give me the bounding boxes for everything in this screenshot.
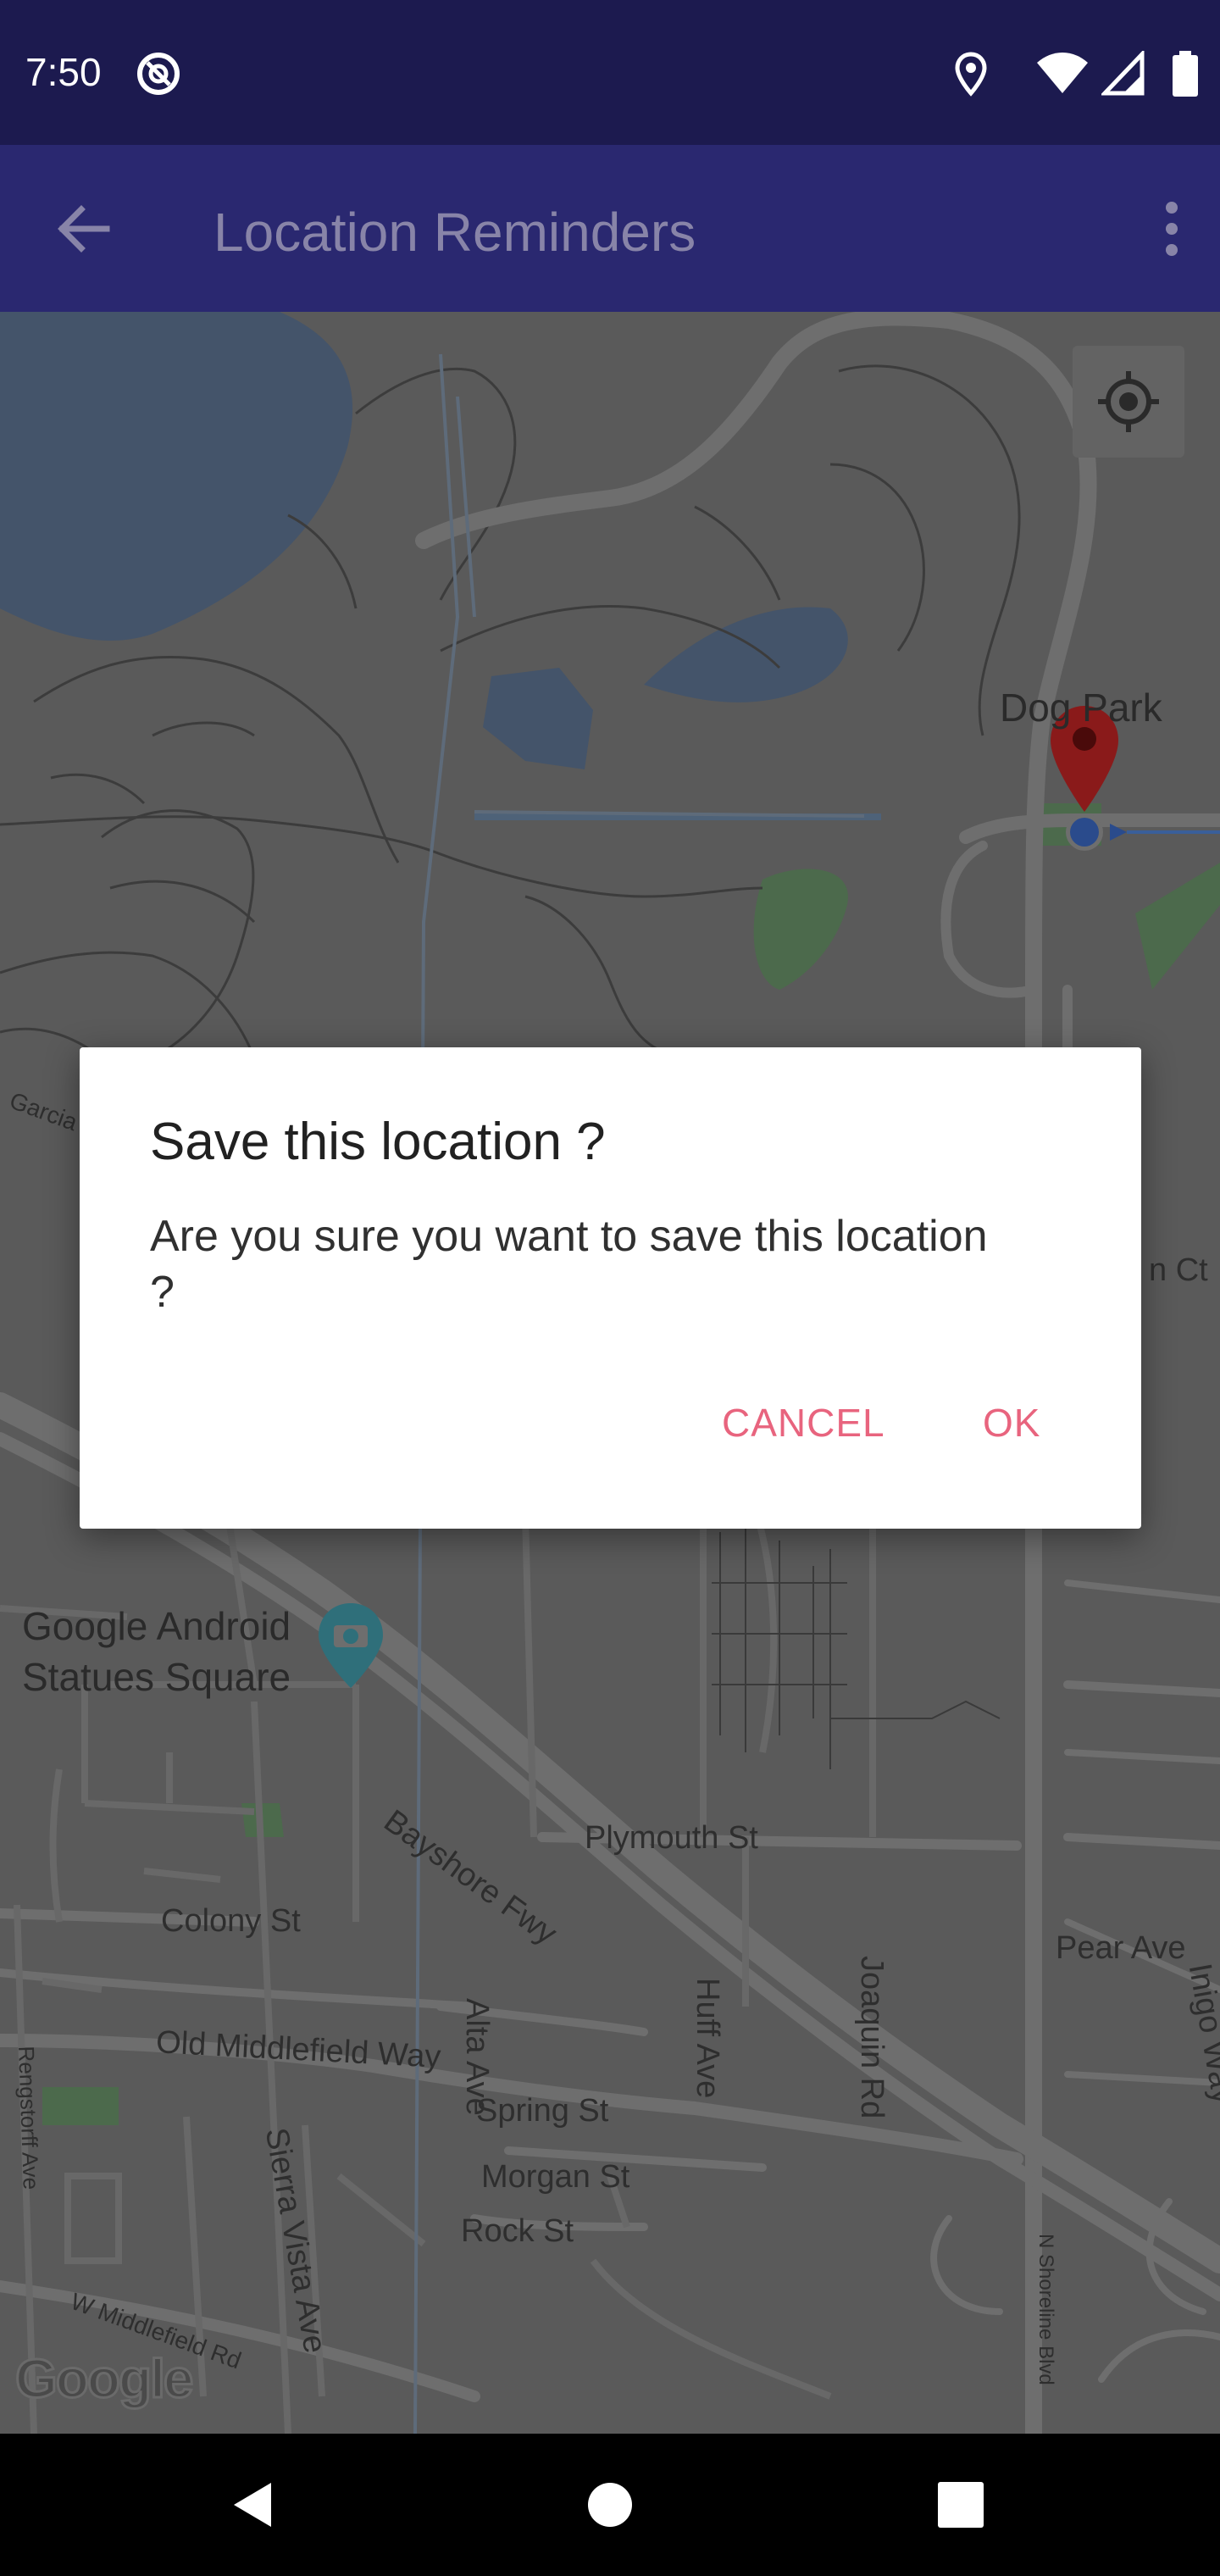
creek	[644, 607, 848, 702]
map-label-huff-ave: Huff Ave	[690, 1978, 725, 2099]
small-park-2	[42, 2087, 119, 2125]
my-location-button[interactable]	[1073, 346, 1184, 458]
map-label-n-shoreline-blvd: N Shoreline Blvd	[1034, 2234, 1057, 2385]
wifi-icon	[1037, 53, 1088, 93]
map-label-n-ct: n Ct	[1149, 1252, 1208, 1288]
map-label-google-android: Google Android	[22, 1604, 291, 1648]
pond	[483, 668, 593, 769]
home-circle-icon[interactable]	[585, 2479, 635, 2530]
ok-button[interactable]: OK	[983, 1400, 1040, 1446]
google-logo: Google	[14, 2347, 194, 2411]
map-label-plymouth-st: Plymouth St	[585, 1820, 758, 1856]
save-location-dialog: Save this location ? Are you sure you wa…	[80, 1047, 1141, 1529]
map-label-spring-st: Spring St	[476, 2093, 609, 2129]
map-label-joaquin-rd: Joaquin Rd	[854, 1956, 890, 2119]
map-label-statues-square: Statues Square	[22, 1655, 291, 1699]
location-icon	[955, 52, 987, 97]
map-label-rock-st: Rock St	[461, 2213, 574, 2249]
map-label-colony-st: Colony St	[161, 1903, 301, 1939]
more-vert-icon[interactable]	[1135, 192, 1208, 265]
dialog-title: Save this location ?	[150, 1113, 606, 1171]
dialog-message: Are you sure you want to save this locat…	[150, 1212, 988, 1317]
signal-icon	[1101, 51, 1145, 96]
system-nav-bar	[0, 2434, 1220, 2576]
status-bar: 7:50	[0, 0, 1220, 145]
recents-square-icon[interactable]	[935, 2479, 986, 2530]
map-label-rengstorff-ave: Rengstorff Ave	[14, 2046, 44, 2190]
park-area	[753, 869, 848, 990]
camera-pin-icon	[319, 1603, 383, 1688]
map-label-dog-park: Dog Park	[1000, 686, 1162, 730]
status-time: 7:50	[25, 50, 102, 94]
arrow-back-icon[interactable]	[47, 192, 120, 265]
lake	[0, 312, 353, 641]
battery-icon	[1173, 51, 1198, 97]
map-label-morgan-st: Morgan St	[481, 2159, 630, 2195]
back-triangle-icon[interactable]	[229, 2479, 280, 2530]
page-title: Location Reminders	[214, 202, 696, 263]
shoreline-park	[1135, 863, 1220, 990]
map-label-pear-ave: Pear Ave	[1056, 1930, 1186, 1966]
app-bar: Location Reminders	[0, 145, 1220, 312]
app-notification-icon	[137, 53, 180, 95]
cancel-button[interactable]: CANCEL	[722, 1400, 885, 1446]
